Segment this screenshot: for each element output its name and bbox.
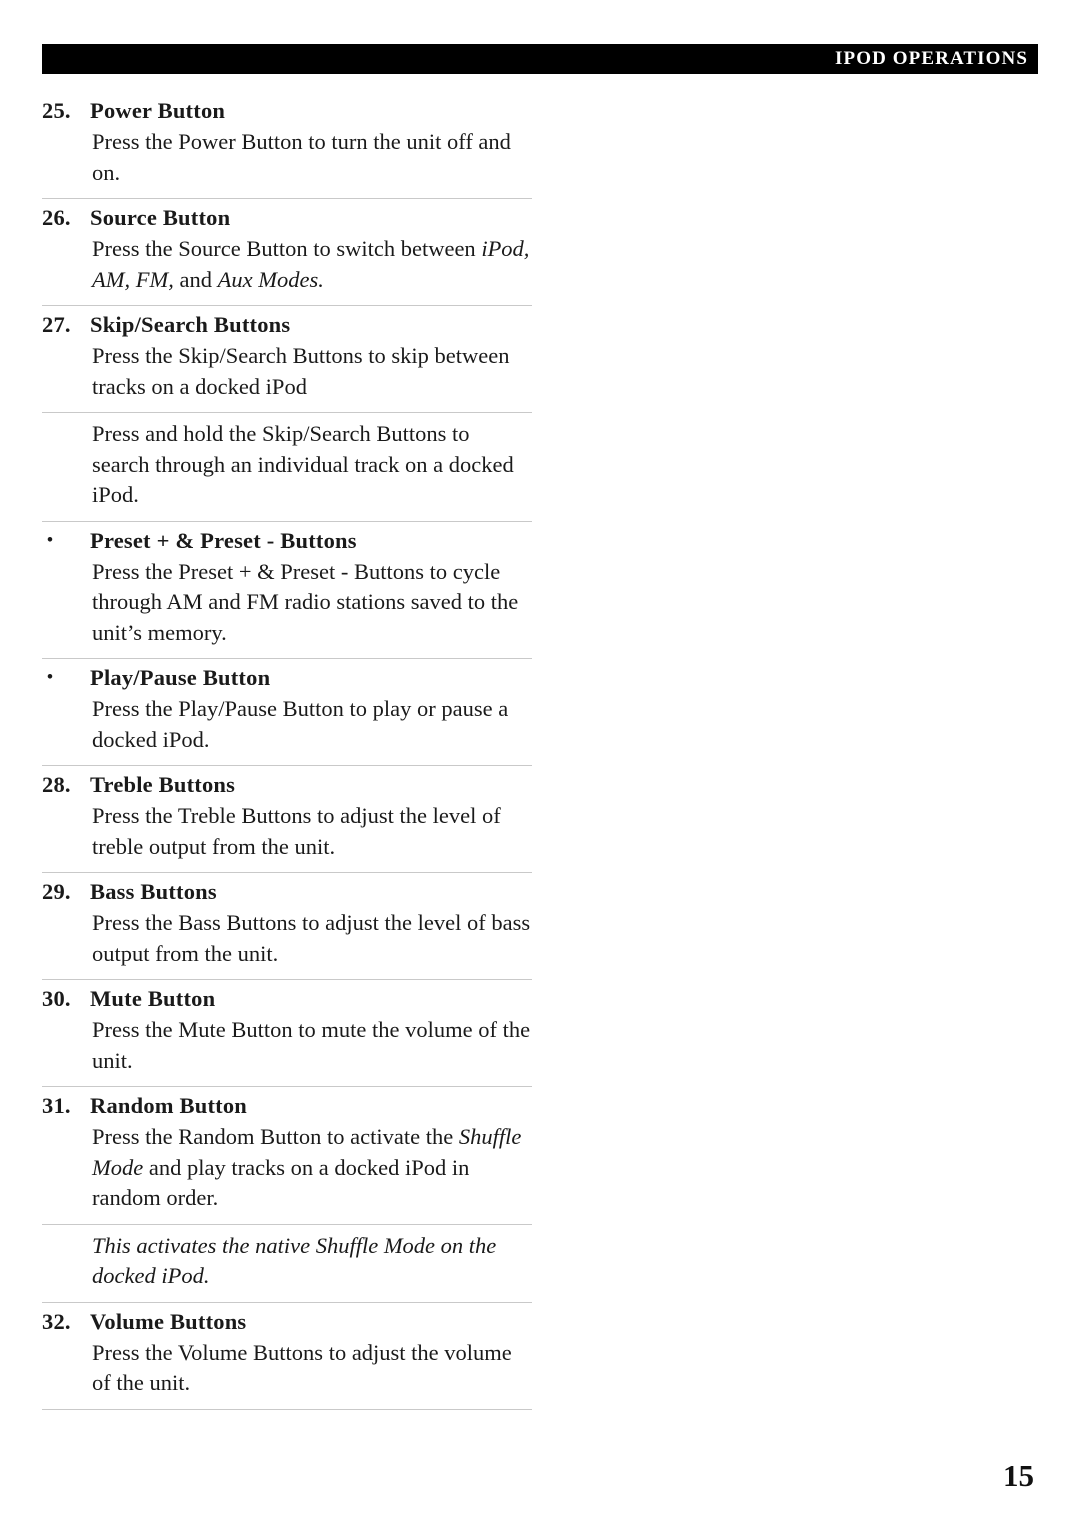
entry-marker: 25. [42, 98, 71, 123]
entry-body: Press the Bass Buttons to adjust the lev… [92, 910, 531, 966]
manual-content: 25. Power Button Press the Power Button … [42, 92, 532, 1410]
page-header-title: IPOD OPERATIONS [835, 48, 1028, 69]
entry-marker: 31. [42, 1093, 71, 1118]
entry-note: This activates the native Shuffle Mode o… [92, 1232, 497, 1289]
entry-heading: 27. Skip/Search Buttons [42, 312, 532, 338]
entry-title: Play/Pause Button [90, 665, 271, 690]
entry-body: Press the Power Button to turn the unit … [92, 129, 511, 185]
list-item: 29. Bass Buttons Press the Bass Buttons … [42, 873, 532, 980]
entry-marker: 28. [42, 772, 71, 797]
entry-title: Mute Button [90, 986, 216, 1011]
list-item: 28. Treble Buttons Press the Treble Butt… [42, 766, 532, 873]
entry-body: Press the Treble Buttons to adjust the l… [92, 803, 501, 859]
bullet-icon: • [47, 529, 54, 549]
list-item: • Preset + & Preset - Buttons Press the … [42, 522, 532, 659]
entry-heading: 30. Mute Button [42, 986, 532, 1012]
entry-heading: 31. Random Button [42, 1093, 532, 1119]
list-item: This activates the native Shuffle Mode o… [42, 1225, 532, 1303]
entry-body: Press and hold the Skip/Search Buttons t… [92, 421, 514, 507]
entry-body: Press the Preset + & Preset - Buttons to… [92, 558, 519, 645]
entry-heading: 32. Volume Buttons [42, 1309, 532, 1335]
entry-title: Treble Buttons [90, 772, 236, 797]
page-number: 15 [1003, 1458, 1034, 1493]
list-item: 26. Source Button Press the Source Butto… [42, 199, 532, 306]
entry-body: Press the Skip/Search Buttons to skip be… [92, 343, 510, 399]
entry-heading: 29. Bass Buttons [42, 879, 532, 905]
entry-title: Power Button [90, 98, 226, 123]
entry-title: Source Button [90, 205, 231, 230]
entry-marker: 27. [42, 312, 71, 337]
entry-title: Bass Buttons [90, 879, 217, 904]
entry-marker: 29. [42, 879, 71, 904]
entry-marker: 26. [42, 205, 71, 230]
entry-heading: 25. Power Button [42, 98, 532, 124]
list-item: 27. Skip/Search Buttons Press the Skip/S… [42, 306, 532, 413]
list-item: 30. Mute Button Press the Mute Button to… [42, 980, 532, 1087]
entry-body: Press the Volume Buttons to adjust the v… [92, 1339, 512, 1396]
entry-heading: • Play/Pause Button [42, 665, 532, 691]
entry-title: Random Button [90, 1093, 248, 1118]
list-item: 25. Power Button Press the Power Button … [42, 92, 532, 199]
entry-body: Press the Play/Pause Button to play or p… [92, 696, 509, 752]
list-item: Press and hold the Skip/Search Buttons t… [42, 413, 532, 522]
list-item: • Play/Pause Button Press the Play/Pause… [42, 659, 532, 766]
entry-marker: 32. [42, 1308, 71, 1334]
entry-body: Press the Mute Button to mute the volume… [92, 1017, 531, 1073]
entry-body: Press the Random Button to activate the … [92, 1124, 522, 1210]
entry-heading: 26. Source Button [42, 205, 532, 231]
list-item: 32. Volume Buttons Press the Volume Butt… [42, 1303, 532, 1410]
entry-marker: 30. [42, 986, 71, 1011]
entry-title: Preset + & Preset - Buttons [90, 527, 357, 553]
entry-heading: • Preset + & Preset - Buttons [42, 528, 532, 554]
entry-title: Skip/Search Buttons [90, 312, 291, 337]
entry-heading: 28. Treble Buttons [42, 772, 532, 798]
bullet-icon: • [47, 667, 54, 686]
list-item: 31. Random Button Press the Random Butto… [42, 1087, 532, 1225]
entry-title: Volume Buttons [90, 1308, 247, 1334]
entry-body: Press the Source Button to switch betwee… [92, 236, 530, 292]
